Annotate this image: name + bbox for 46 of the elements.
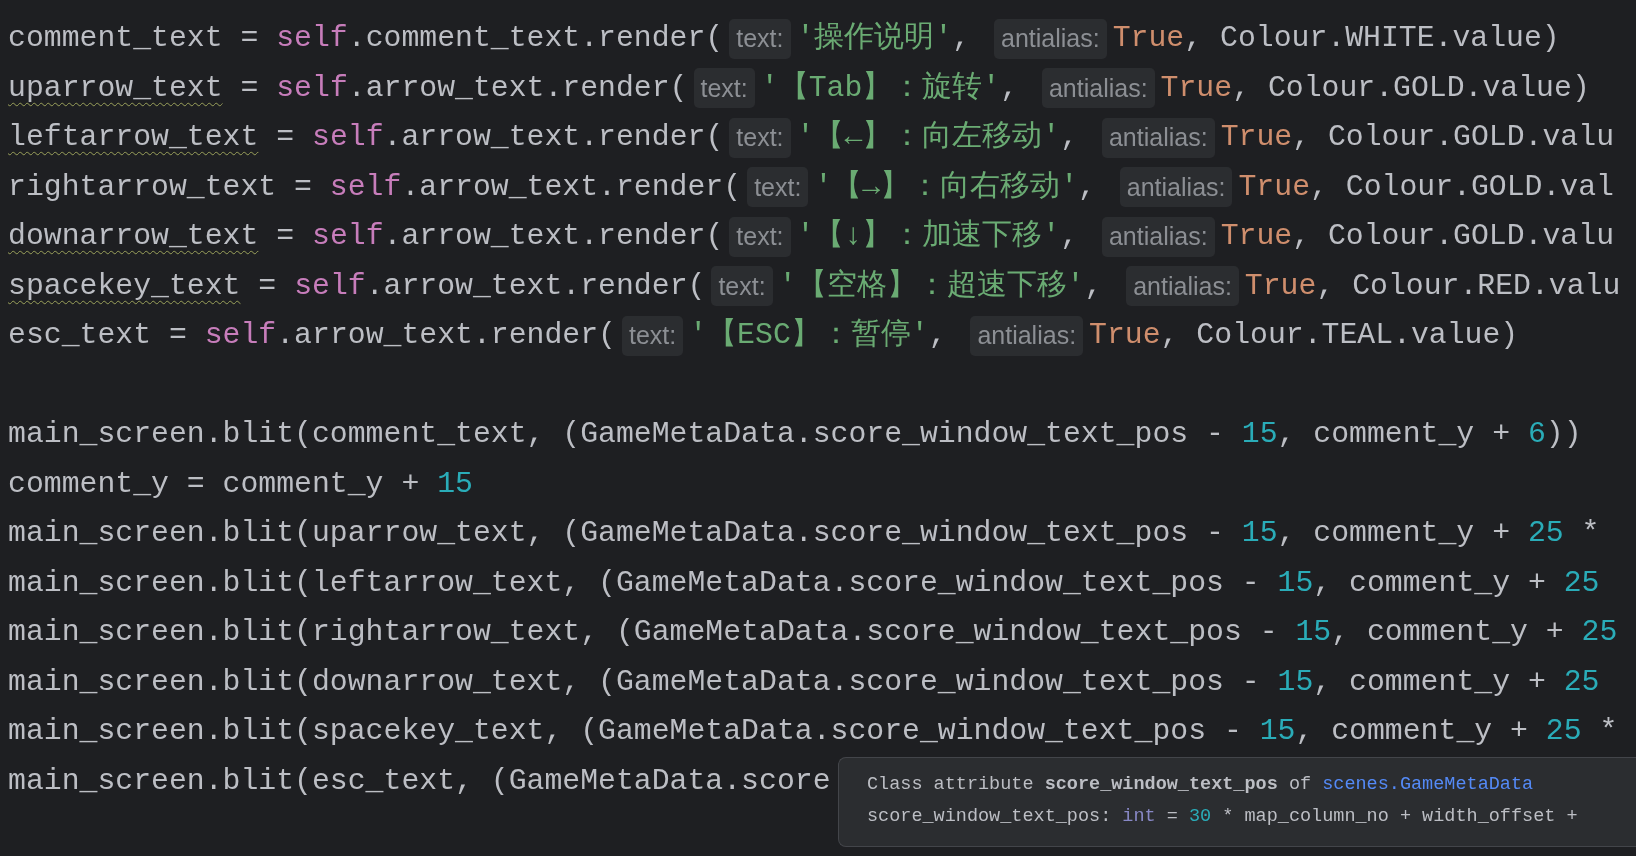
code-text: '【←】：向左移动', — [796, 119, 1080, 157]
parameter-hint: text: — [622, 315, 684, 356]
code-text: spacekey_text = self.arrow_text.render( — [8, 267, 706, 305]
code-text: '【↓】：加速下移', — [796, 218, 1080, 256]
parameter-hint: text: — [693, 68, 755, 109]
tooltip-signature: score_window_text_pos: int = 30 * map_column_no + width_offset + — [867, 804, 1579, 829]
code-text: main_screen.blit(leftarrow_text, (GameMetaData.score_window_text_pos - 15, comment_y + 25 — [8, 564, 1600, 602]
code-text: uparrow_text = self.arrow_text.render( — [8, 69, 688, 107]
parameter-hint: antialias: — [1126, 266, 1239, 307]
code-text: main_screen.blit(spacekey_text, (GameMetaData.score_window_text_pos - 15, comment_y + 25 * — [8, 713, 1618, 751]
code-text: comment_y = comment_y + 15 — [8, 465, 473, 503]
code-text: True, Colour.RED.valu — [1244, 267, 1621, 305]
code-text: '【→】：向右移动', — [814, 168, 1097, 206]
code-text: '【空格】：超速下移', — [778, 267, 1104, 305]
code-text: True, Colour.TEAL.value) — [1089, 317, 1519, 355]
class-link[interactable]: scenes.GameMetaData — [1322, 771, 1534, 799]
parameter-hint: antialias: — [970, 315, 1084, 356]
code-text: main_screen.blit(rightarrow_text, (GameMetaData.score_window_text_pos - 15, comment_y + 25 — [8, 614, 1618, 652]
parameter-hint: antialias: — [1041, 68, 1155, 109]
code-text: rightarrow_text = self.arrow_text.render( — [8, 168, 742, 206]
code-text: comment_text = self.comment_text.render( — [8, 20, 724, 58]
code-text: True, Colour.GOLD.val — [1238, 168, 1614, 206]
code-text: True, Colour.GOLD.valu — [1220, 218, 1614, 256]
code-text: downarrow_text = self.arrow_text.render( — [8, 218, 724, 256]
parameter-hint: antialias: — [1101, 117, 1215, 158]
parameter-hint: text: — [711, 266, 773, 307]
code-text: main_screen.blit(esc_text, (GameMetaData.score — [8, 762, 831, 800]
parameter-hint: text: — [747, 167, 809, 208]
parameter-hint: antialias: — [994, 18, 1107, 59]
code-text: True, Colour.WHITE.value) — [1112, 20, 1560, 58]
parameter-hint: antialias: — [1119, 167, 1233, 208]
parameter-hint: antialias: — [1101, 216, 1215, 257]
code-text: main_screen.blit(downarrow_text, (GameMetaData.score_window_text_pos - 15, comment_y + 25 — [8, 663, 1600, 701]
code-text: '【ESC】：暂停', — [689, 317, 948, 355]
parameter-hint: text: — [729, 117, 791, 158]
code-text: True, Colour.GOLD.value) — [1160, 69, 1590, 107]
tooltip-heading: Class attribute score_window_text_pos of — [867, 773, 1312, 797]
code-text: '操作说明', — [796, 20, 972, 58]
code-text: esc_text = self.arrow_text.render( — [8, 317, 616, 355]
code-text: main_screen.blit(comment_text, (GameMetaData.score_window_text_pos - 15, comment_y + 6)) — [8, 416, 1582, 454]
code-text: '【Tab】：旋转', — [760, 69, 1020, 107]
parameter-hint: text: — [729, 216, 791, 257]
code-text: True, Colour.GOLD.valu — [1220, 119, 1614, 157]
parameter-hint: text: — [729, 18, 791, 59]
code-text: main_screen.blit(uparrow_text, (GameMetaData.score_window_text_pos - 15, comment_y + 25 * — [8, 515, 1600, 553]
code-text: leftarrow_text = self.arrow_text.render( — [8, 119, 724, 157]
